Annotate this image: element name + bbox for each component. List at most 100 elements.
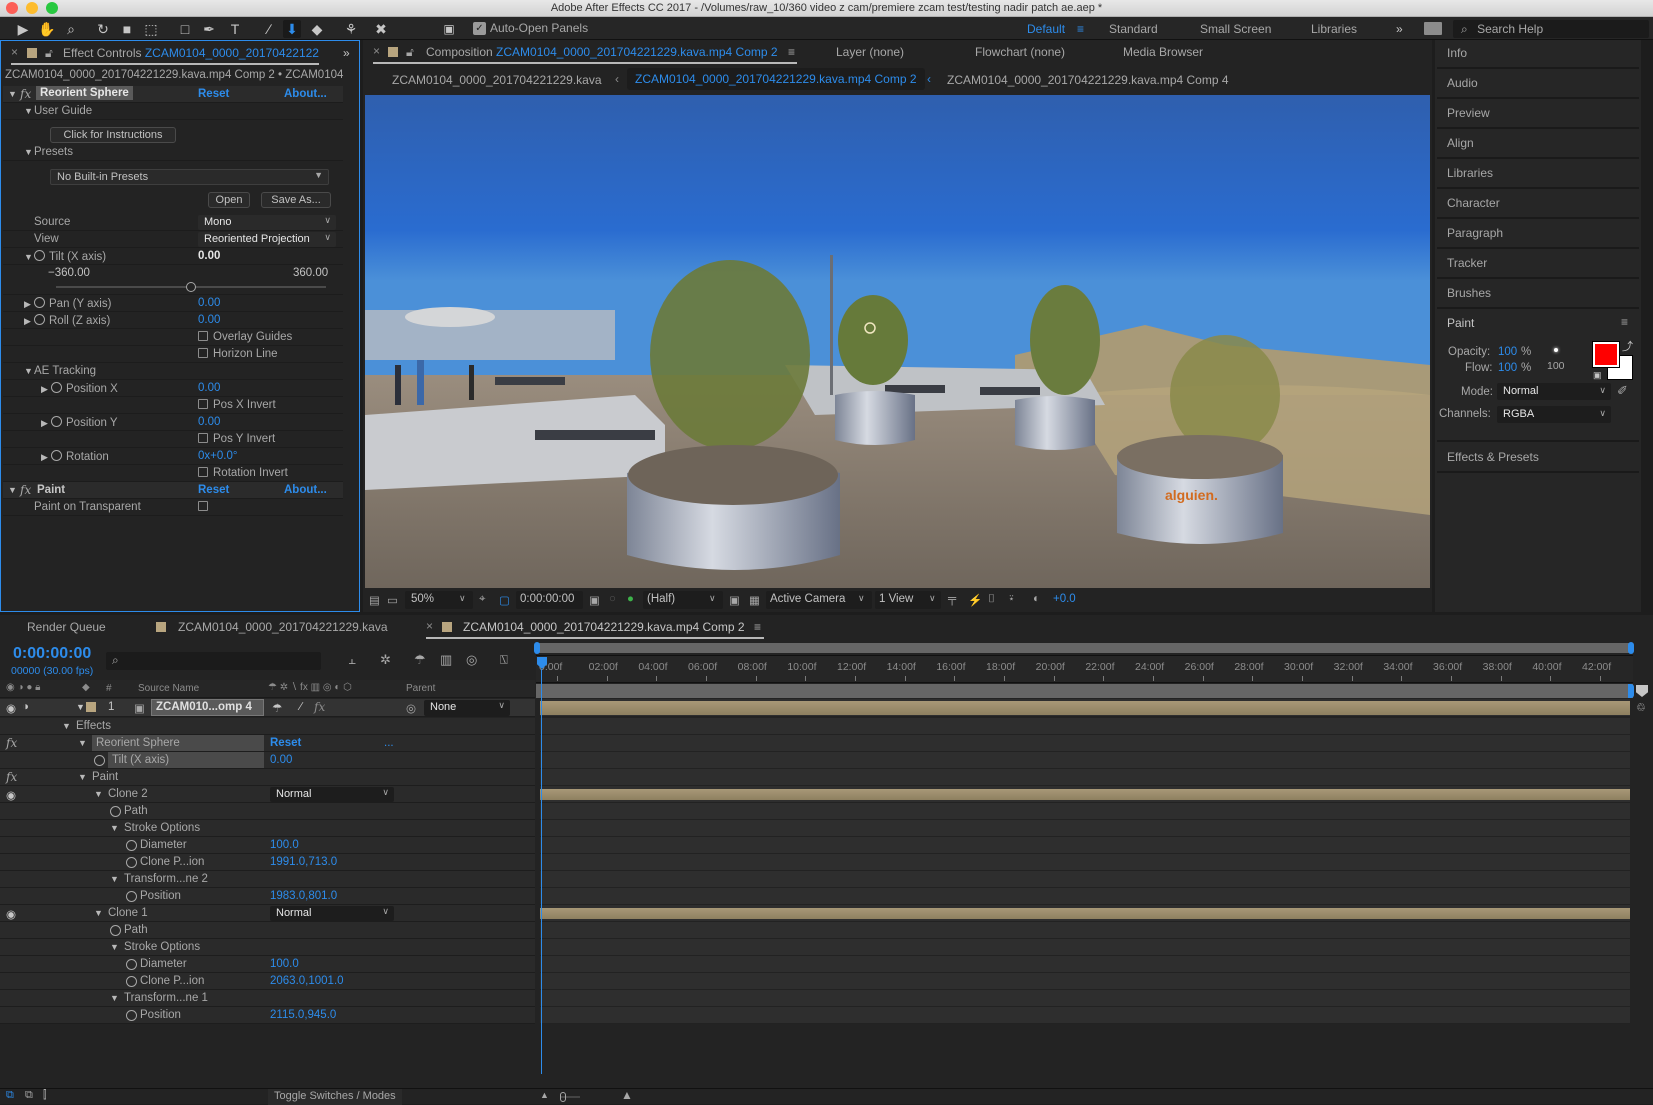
twirl-down-icon[interactable]: ▼ xyxy=(8,88,18,100)
twirl-down-icon[interactable]: ▼ xyxy=(110,874,119,884)
duration-end-handle[interactable] xyxy=(1628,684,1634,698)
paint-panel-title[interactable]: Paint xyxy=(1447,316,1474,330)
property-track[interactable] xyxy=(540,956,1630,973)
camera-view-dropdown[interactable]: Active Camera ∨ xyxy=(766,591,872,609)
label-header-icon[interactable]: ◆ xyxy=(82,682,90,693)
eyedropper-icon[interactable]: ✐ xyxy=(1617,383,1628,399)
panel-overflow-button[interactable]: » xyxy=(343,46,350,60)
layer-row[interactable]: ◉ ◑ ▼ 1 ▣ ZCAM010...omp 4 ☂ ∕ fx ◎ None … xyxy=(0,699,535,717)
parent-dropdown[interactable]: None ∨ xyxy=(424,700,510,716)
paint-channels-dropdown[interactable]: RGBA ∨ xyxy=(1497,406,1611,423)
stopwatch-icon[interactable] xyxy=(94,755,109,768)
panel-info[interactable]: Info xyxy=(1437,40,1639,69)
zoom-tool-icon[interactable]: ⌕ xyxy=(62,20,80,38)
property-track[interactable] xyxy=(540,735,1630,752)
workspace-small-screen[interactable]: Small Screen xyxy=(1200,22,1271,36)
workspace-overflow-button[interactable]: » xyxy=(1396,22,1403,36)
workspace-standard[interactable]: Standard xyxy=(1109,22,1158,36)
video-visibility-eye-icon[interactable]: ◉ xyxy=(6,701,16,715)
property-track[interactable] xyxy=(540,888,1630,905)
property-track[interactable] xyxy=(540,871,1630,888)
auto-open-panels-checkbox[interactable]: ✓ xyxy=(473,22,486,35)
tab-flowchart[interactable]: Flowchart (none) xyxy=(975,45,1065,59)
layer-duration-bar[interactable] xyxy=(540,701,1630,715)
zoom-in-time-icon[interactable]: ▲ xyxy=(621,1088,633,1102)
twirl-down-icon[interactable]: ▼ xyxy=(62,721,71,731)
stopwatch-icon[interactable] xyxy=(51,416,62,427)
parent-header[interactable]: Parent xyxy=(406,683,435,694)
tab-render-queue[interactable]: Render Queue xyxy=(27,620,106,634)
lock-icon[interactable]: 🔓︎ xyxy=(45,46,53,61)
panel-paragraph[interactable]: Paragraph xyxy=(1437,220,1639,249)
default-colors-icon[interactable]: ▣ xyxy=(1593,370,1602,381)
property-track[interactable] xyxy=(540,786,1630,803)
av-features-header-icon[interactable]: ◉ ◑ ● 🔒︎ xyxy=(6,682,40,693)
switches-header-icons[interactable]: ☂ ✲ ∖ fx ▥ ◎ ◐ ⬡ xyxy=(268,682,352,693)
panel-toggle-icon[interactable]: ▣ xyxy=(440,20,458,38)
panel-align[interactable]: Align xyxy=(1437,130,1639,159)
search-help-input[interactable]: ⌕ Search Help xyxy=(1453,20,1649,38)
property-value[interactable]: 2063.0,1001.0 xyxy=(270,975,344,987)
property-track[interactable] xyxy=(540,769,1630,786)
twirl-down-icon[interactable]: ▼ xyxy=(110,993,119,1003)
brush-tool-icon[interactable]: ∕ xyxy=(260,20,278,38)
graph-editor-icon[interactable]: ⍂ xyxy=(500,652,508,668)
panel-libraries[interactable]: Libraries xyxy=(1437,160,1639,189)
effect-options-button[interactable]: ... xyxy=(384,737,394,749)
hide-shy-layers-icon[interactable]: ☂ xyxy=(414,652,426,668)
shy-switch-icon[interactable]: ☂ xyxy=(272,701,282,715)
overlay-guides-checkbox[interactable]: Overlay Guides xyxy=(198,331,292,343)
panel-tracker[interactable]: Tracker xyxy=(1437,250,1639,279)
current-time-display[interactable]: 0:00:00:00 xyxy=(516,591,583,609)
property-row[interactable]: ▼ Transform...ne 2 xyxy=(0,871,535,888)
stopwatch-icon[interactable] xyxy=(126,891,141,904)
reset-reorient-sphere-link[interactable]: Reset xyxy=(198,88,229,100)
grid-guide-icon[interactable]: ⌖ xyxy=(479,593,485,606)
property-value[interactable]: 100.0 xyxy=(270,958,299,970)
stopwatch-icon[interactable] xyxy=(110,925,125,938)
time-zoom-slider-thumb[interactable] xyxy=(560,1092,566,1102)
property-track[interactable] xyxy=(540,939,1630,956)
comp-mini-flowchart-icon[interactable]: ⫠ xyxy=(348,652,356,668)
roto-brush-tool-icon[interactable]: ⚘ xyxy=(342,20,360,38)
pick-whip-icon[interactable]: ◎ xyxy=(406,701,416,715)
panel-effects-presets[interactable]: Effects & Presets xyxy=(1437,444,1639,473)
property-value[interactable]: 1991.0,713.0 xyxy=(270,856,337,868)
presets-dropdown[interactable]: No Built-in Presets ▼ xyxy=(50,169,329,185)
stroke-visibility-eye-icon[interactable]: ◉ xyxy=(6,907,16,921)
position-x-value[interactable]: 0.00 xyxy=(198,382,220,394)
about-paint-link[interactable]: About... xyxy=(284,484,327,496)
property-value[interactable]: 1983.0,801.0 xyxy=(270,890,337,902)
magnification-dropdown[interactable]: 50% ∨ xyxy=(405,591,473,609)
view-dropdown[interactable]: Reoriented Projection ∨ xyxy=(198,232,336,247)
current-time-indicator-line[interactable] xyxy=(541,669,542,1074)
nav-comp-4[interactable]: ZCAM0104_0000_201704221229.kava.mp4 Comp… xyxy=(947,73,1229,87)
property-track[interactable] xyxy=(540,922,1630,939)
pan-behind-tool-icon[interactable]: ⬚ xyxy=(142,20,160,38)
about-reorient-sphere-link[interactable]: About... xyxy=(284,88,327,100)
position-y-value[interactable]: 0.00 xyxy=(198,416,220,428)
paint-on-transparent-checkbox[interactable] xyxy=(198,501,213,513)
property-row[interactable]: Clone P...ion 1991.0,713.0 xyxy=(0,854,535,871)
toggle-pixel-aspect-icon[interactable]: ╤ xyxy=(948,593,956,605)
camera-tool-icon[interactable]: ■ xyxy=(118,20,136,38)
tab-timeline-comp-2[interactable]: ZCAM0104_0000_201704221229.kava.mp4 Comp… xyxy=(463,620,745,634)
rectangle-tool-icon[interactable]: □ xyxy=(176,20,194,38)
frame-blending-icon[interactable]: ▥ xyxy=(440,652,452,668)
transparency-grid-icon[interactable]: ▦ xyxy=(749,593,760,607)
twirl-down-icon[interactable]: ▼ xyxy=(94,789,103,799)
view-layout-dropdown[interactable]: 1 View ∨ xyxy=(875,591,941,609)
layer-number-header[interactable]: # xyxy=(106,683,112,694)
property-row[interactable]: fx ▼ Reorient Sphere Reset... xyxy=(0,735,535,752)
layer-twirl-icon[interactable]: ▼ xyxy=(76,702,85,712)
work-area-end-handle[interactable] xyxy=(1628,642,1634,654)
stroke-duration-bar[interactable] xyxy=(540,789,1630,800)
selection-tool-icon[interactable]: ▶ xyxy=(14,20,32,38)
tilt-twirl[interactable]: ▼ Tilt (X axis) xyxy=(24,250,106,263)
user-guide-twirl[interactable]: ▼User Guide xyxy=(24,105,92,117)
in-out-pane-icon[interactable]: ⫿ xyxy=(43,1089,47,1102)
property-row[interactable]: Diameter 100.0 xyxy=(0,837,535,854)
property-track[interactable] xyxy=(540,718,1630,735)
tilt-value[interactable]: 0.00 xyxy=(198,250,220,262)
brush-tip-preview-icon[interactable] xyxy=(1554,348,1558,352)
